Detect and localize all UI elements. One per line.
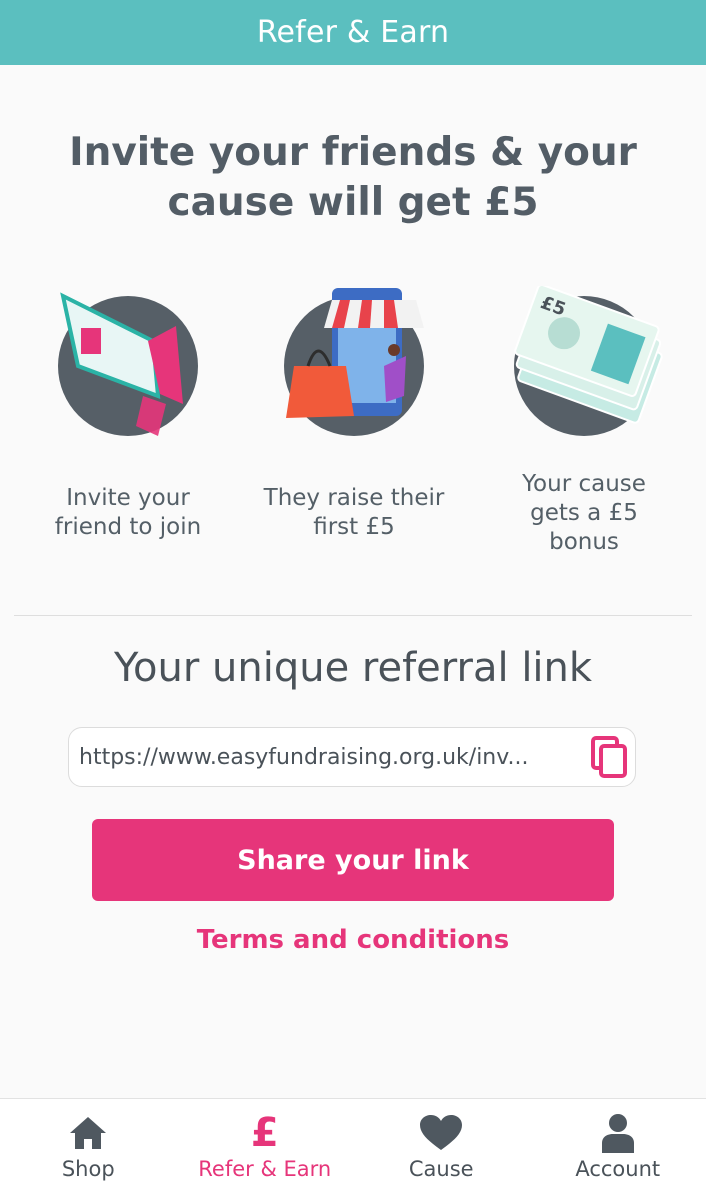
pound-icon: £ — [251, 1113, 279, 1153]
tab-shop[interactable]: Shop — [0, 1099, 177, 1201]
page-header: Refer & Earn — [0, 0, 706, 65]
step-raise: They raise their first £5 — [254, 296, 454, 542]
step-invite: Invite your friend to join — [28, 296, 228, 542]
shopping-icon — [284, 296, 424, 436]
step-caption: Your cause gets a £5 bonus — [484, 470, 684, 557]
tab-account[interactable]: Account — [530, 1099, 706, 1201]
step-caption: Invite your friend to join — [28, 484, 228, 542]
referral-link-field[interactable]: https://www.easyfundraising.org.uk/inv..… — [68, 727, 636, 787]
tab-refer-earn[interactable]: £ Refer & Earn — [177, 1099, 354, 1201]
person-icon — [601, 1113, 635, 1153]
tab-cause[interactable]: Cause — [353, 1099, 530, 1201]
copy-button[interactable] — [585, 732, 635, 782]
tab-label: Refer & Earn — [198, 1157, 331, 1181]
home-icon — [68, 1113, 108, 1153]
referral-title: Your unique referral link — [0, 645, 706, 691]
copy-icon — [591, 736, 629, 778]
page-title: Refer & Earn — [257, 15, 449, 50]
share-link-button[interactable]: Share your link — [92, 819, 614, 901]
tab-label: Shop — [62, 1157, 115, 1181]
megaphone-icon — [58, 296, 198, 436]
referral-link-text[interactable]: https://www.easyfundraising.org.uk/inv..… — [69, 745, 585, 770]
step-bonus: £5 Your cause gets a £5 bonus — [484, 296, 684, 557]
tab-label: Account — [575, 1157, 660, 1181]
section-divider — [14, 615, 692, 616]
bottom-tab-bar: Shop £ Refer & Earn Cause Account — [0, 1098, 706, 1201]
tab-label: Cause — [409, 1157, 474, 1181]
step-caption: They raise their first £5 — [254, 484, 454, 542]
headline: Invite your friends & your cause will ge… — [40, 128, 666, 228]
terms-link[interactable]: Terms and conditions — [0, 925, 706, 955]
heart-icon — [419, 1113, 463, 1153]
banknote-icon: £5 — [514, 296, 654, 436]
